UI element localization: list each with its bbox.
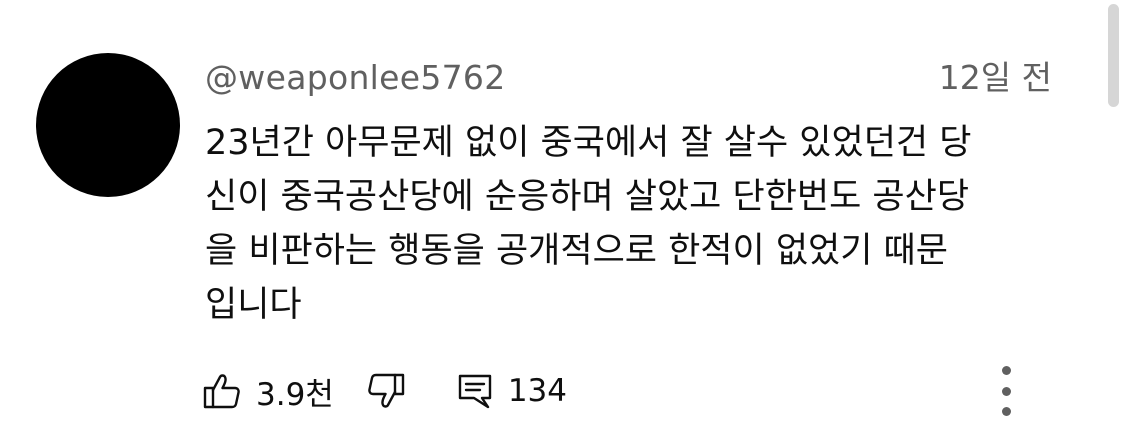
comment-text-line: 23년간 아무문제 없이 중국에서 잘 살수 있었던건 당 [205, 123, 972, 163]
scrollbar[interactable] [1108, 4, 1119, 107]
comment-text-line: 신이 중국공산당에 순응하며 살았고 단한번도 공산당 [205, 177, 970, 217]
thumbs-down-icon [366, 371, 406, 411]
comment-text-line: 을 비판하는 행동을 공개적으로 한적이 없었기 때문 [205, 231, 948, 271]
more-vertical-icon [1001, 366, 1011, 375]
like-count: 3.9천 [256, 376, 334, 413]
reply-count: 134 [507, 373, 567, 409]
like-button[interactable]: 3.9천 [202, 369, 334, 414]
comment-actions: 3.9천 134 [200, 366, 567, 416]
comment-timestamp: 12일 전 [938, 58, 1052, 97]
comment-text: 23년간 아무문제 없이 중국에서 잘 살수 있었던건 당 신이 중국공산당에 … [205, 116, 1065, 332]
more-options-button[interactable] [993, 366, 1019, 416]
avatar[interactable] [36, 53, 180, 197]
thumbs-up-icon [202, 371, 242, 411]
more-vertical-icon [1001, 407, 1011, 416]
comment-author[interactable]: @weaponlee5762 [205, 58, 506, 98]
comment-text-line: 입니다 [205, 285, 302, 325]
reply-button[interactable]: 134 [456, 371, 567, 411]
dislike-button[interactable] [366, 371, 406, 411]
reply-comment-icon [456, 371, 494, 411]
more-vertical-icon [1001, 386, 1011, 396]
